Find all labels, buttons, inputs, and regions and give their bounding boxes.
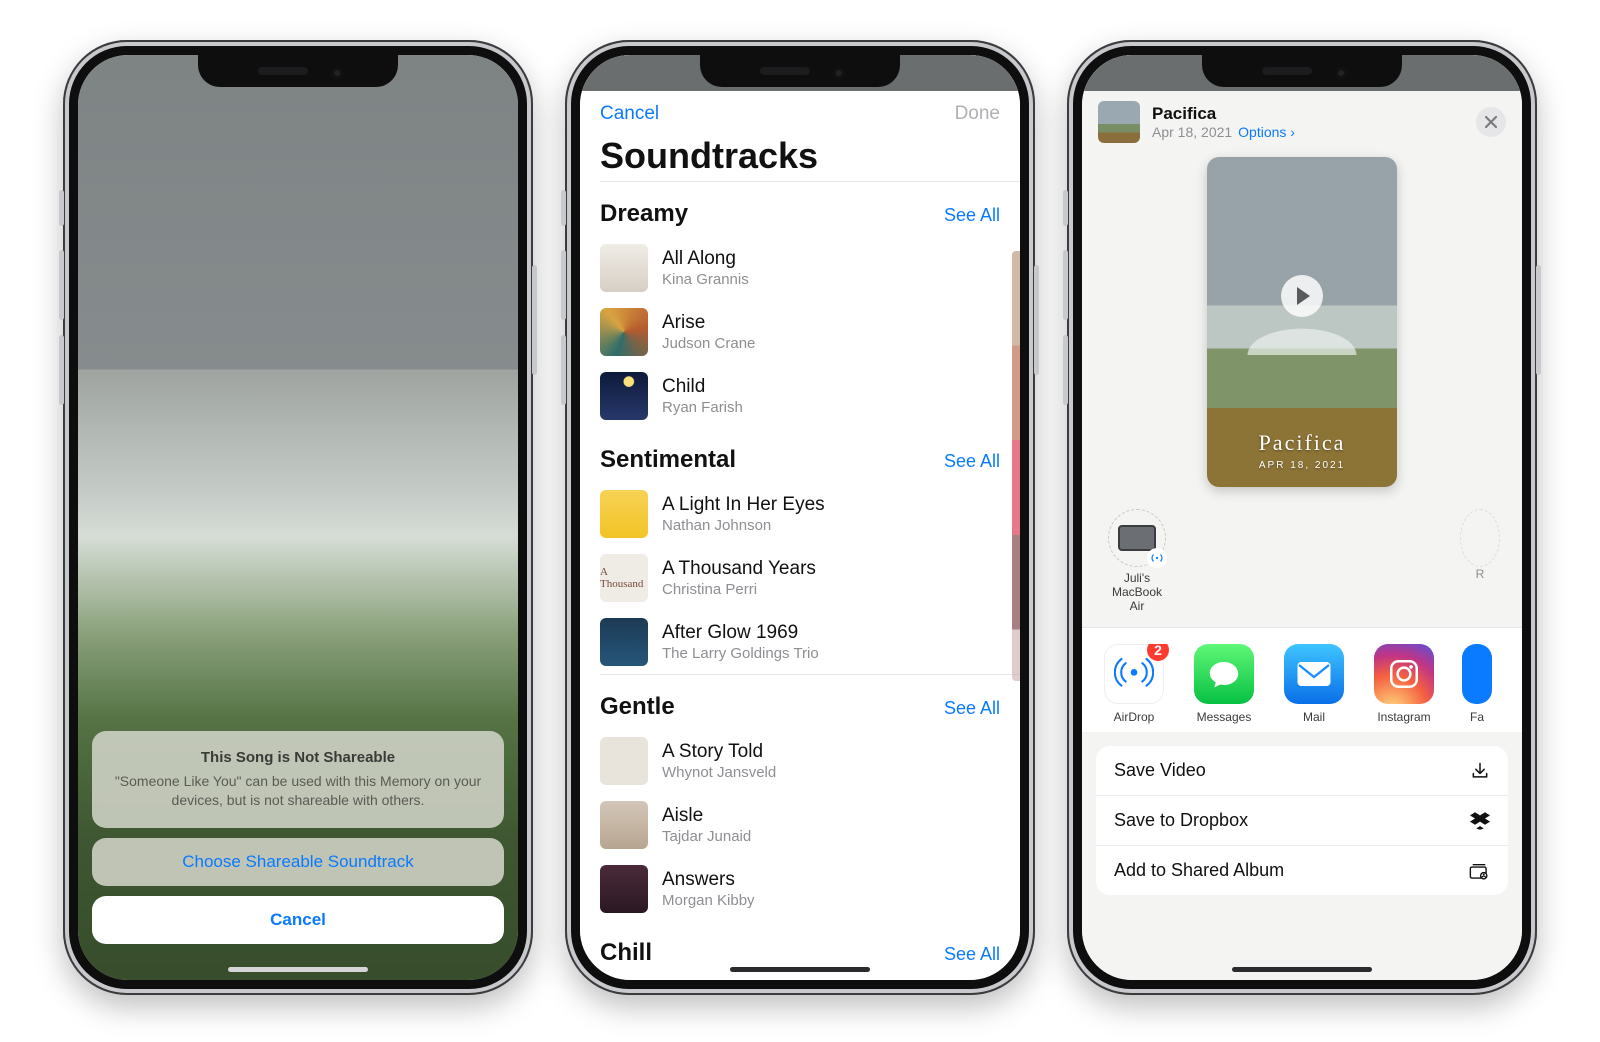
- share-thumbnail-icon: [1098, 101, 1140, 143]
- app-airdrop[interactable]: 2 AirDrop: [1102, 644, 1166, 724]
- album-art-icon: [600, 372, 648, 420]
- airdrop-target[interactable]: Juli's MacBook Air: [1104, 509, 1170, 613]
- choose-soundtrack-button[interactable]: Choose Shareable Soundtrack: [92, 838, 504, 886]
- alert-title: This Song is Not Shareable: [112, 749, 484, 766]
- track-row[interactable]: All Along Kina Grannis: [580, 236, 1020, 300]
- track-title: All Along: [662, 248, 749, 270]
- app-more[interactable]: Fa: [1462, 644, 1492, 724]
- action-save-dropbox[interactable]: Save to Dropbox: [1096, 796, 1508, 846]
- page-title: Soundtracks: [580, 135, 1020, 181]
- airdrop-icon: [1114, 654, 1154, 694]
- macbook-icon: [1118, 525, 1156, 551]
- cancel-button[interactable]: Cancel: [600, 103, 659, 125]
- alert-body: "Someone Like You" can be used with this…: [112, 772, 484, 810]
- section-chill-title: Chill: [600, 939, 652, 967]
- phone-1: This Song is Not Shareable "Someone Like…: [63, 40, 533, 995]
- preview-date: APR 18, 2021: [1207, 460, 1397, 471]
- action-add-shared-album[interactable]: Add to Shared Album: [1096, 846, 1508, 895]
- app-messages[interactable]: Messages: [1192, 644, 1256, 724]
- airdrop-mini-icon: [1147, 548, 1167, 568]
- album-art-icon: [600, 737, 648, 785]
- app-instagram[interactable]: Instagram: [1372, 644, 1436, 724]
- section-dreamy-title: Dreamy: [600, 200, 688, 228]
- track-row[interactable]: Answers Morgan Kibby: [580, 857, 1020, 921]
- share-title: Pacifica: [1152, 104, 1295, 124]
- track-row[interactable]: After Glow 1969 The Larry Goldings Trio: [580, 610, 1020, 674]
- cancel-button[interactable]: Cancel: [92, 896, 504, 944]
- track-artist: Kina Grannis: [662, 271, 749, 288]
- download-icon: [1470, 761, 1490, 781]
- badge: 2: [1147, 644, 1169, 661]
- shared-album-icon: [1468, 862, 1490, 880]
- soundtracks-scroll[interactable]: Dreamy See All All Along Kina Grannis Ar…: [580, 182, 1020, 980]
- album-art-icon: [600, 490, 648, 538]
- album-art-icon: A Thousand: [600, 554, 648, 602]
- album-art-icon: [600, 244, 648, 292]
- see-all-gentle[interactable]: See All: [944, 698, 1000, 719]
- app-mail[interactable]: Mail: [1282, 644, 1346, 724]
- track-row[interactable]: A Light In Her Eyes Nathan Johnson: [580, 482, 1020, 546]
- instagram-icon: [1387, 657, 1421, 691]
- album-art-icon: [600, 308, 648, 356]
- memory-preview[interactable]: Pacifica APR 18, 2021: [1207, 157, 1397, 487]
- track-row[interactable]: A Thousand A Thousand Years Christina Pe…: [580, 546, 1020, 610]
- track-row[interactable]: Arise Judson Crane: [580, 300, 1020, 364]
- phone-2: Cancel Done Soundtracks Dreamy See All A…: [565, 40, 1035, 995]
- album-art-icon: [600, 618, 648, 666]
- track-row[interactable]: Child Ryan Farish: [580, 364, 1020, 428]
- dropbox-icon: [1470, 812, 1490, 830]
- options-button[interactable]: Options ›: [1238, 124, 1295, 140]
- play-icon[interactable]: [1281, 275, 1323, 317]
- mail-icon: [1296, 660, 1332, 688]
- share-date: Apr 18, 2021: [1152, 124, 1232, 140]
- action-sheet: This Song is Not Shareable "Someone Like…: [92, 731, 504, 954]
- see-all-dreamy[interactable]: See All: [944, 205, 1000, 226]
- airdrop-target-partial[interactable]: R: [1460, 509, 1500, 581]
- album-art-icon: [600, 801, 648, 849]
- preview-title: Pacifica: [1207, 430, 1397, 456]
- close-button[interactable]: [1476, 107, 1506, 137]
- track-row[interactable]: A Story Told Whynot Jansveld: [580, 729, 1020, 793]
- section-gentle-title: Gentle: [600, 693, 675, 721]
- phone-3: Pacifica Apr 18, 2021 Options ›: [1067, 40, 1537, 995]
- messages-icon: [1206, 656, 1242, 692]
- track-row[interactable]: Aisle Tajdar Junaid: [580, 793, 1020, 857]
- album-art-icon: [600, 865, 648, 913]
- section-sentimental-title: Sentimental: [600, 446, 736, 474]
- done-button[interactable]: Done: [955, 103, 1000, 125]
- action-save-video[interactable]: Save Video: [1096, 746, 1508, 796]
- see-all-sentimental[interactable]: See All: [944, 451, 1000, 472]
- see-all-chill[interactable]: See All: [944, 944, 1000, 965]
